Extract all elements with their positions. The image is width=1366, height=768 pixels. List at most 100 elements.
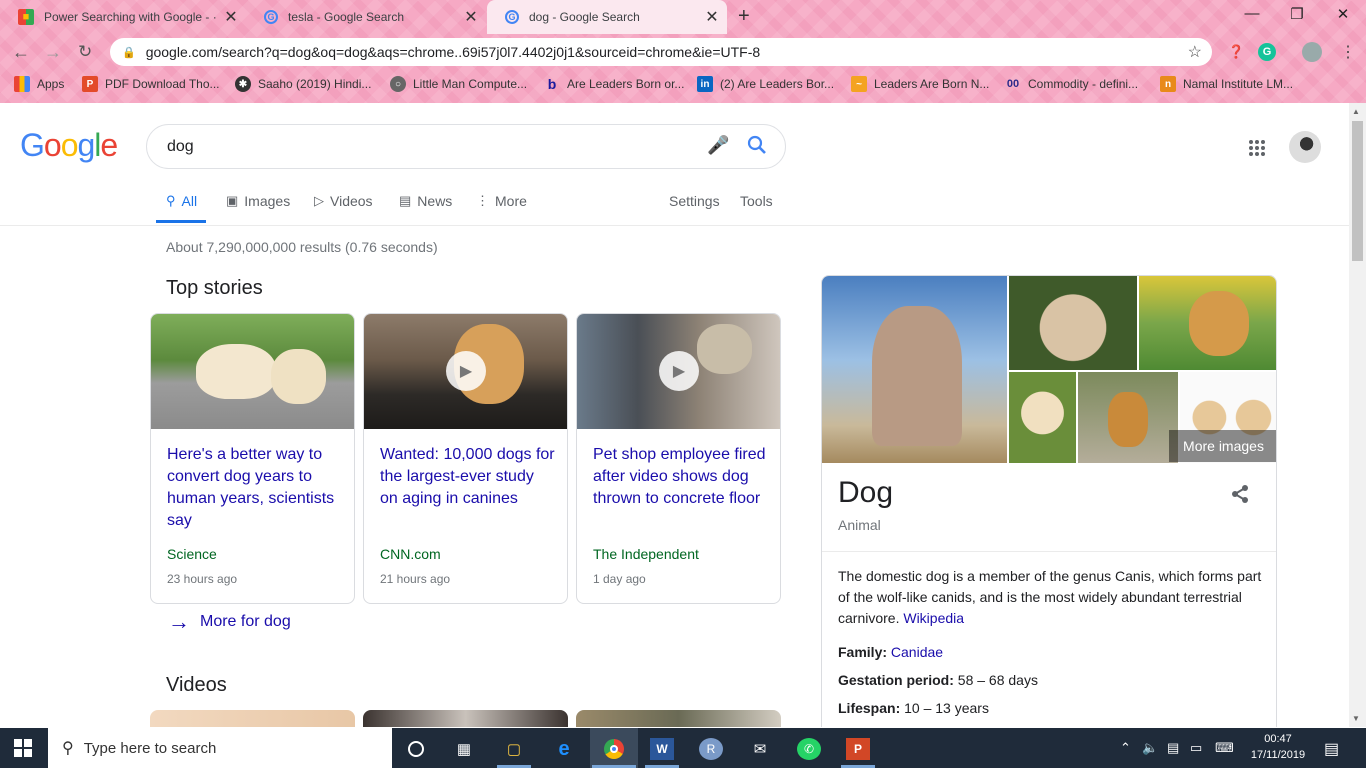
bookmark-saaho[interactable]: ✱ Saaho (2019) Hindi... (235, 73, 371, 95)
powerpoint-icon[interactable]: P (846, 738, 870, 760)
fact-label: Family: (838, 644, 888, 660)
mail-icon[interactable]: ✉ (748, 738, 772, 760)
taskbar-clock[interactable]: 00:47 17/11/2019 (1248, 731, 1308, 763)
grammarly-icon[interactable]: G (1258, 43, 1276, 61)
chrome-icon[interactable] (602, 738, 626, 760)
story-headline[interactable]: Pet shop employee fired after video show… (593, 444, 768, 510)
dog-image-pug[interactable] (1009, 276, 1137, 370)
dog-image-main[interactable] (822, 276, 1007, 463)
dog-image-puppy[interactable] (1009, 372, 1076, 463)
address-bar[interactable]: 🔒 google.com/search?q=dog&oq=dog&aqs=chr… (110, 38, 1212, 66)
battery-icon[interactable]: ▭ (1190, 740, 1202, 756)
microphone-icon[interactable]: 🎤 (707, 135, 729, 156)
back-icon[interactable]: ← (12, 42, 30, 63)
edge-icon[interactable]: e (552, 738, 576, 760)
tab-images[interactable]: ▣ Images (226, 193, 290, 209)
profile-avatar-icon[interactable] (1302, 42, 1322, 62)
tools-link[interactable]: Tools (740, 193, 773, 209)
taskbar-search[interactable]: ⚲ Type here to search (48, 728, 392, 768)
reload-icon[interactable]: ↻ (78, 42, 92, 62)
notifications-icon[interactable]: ▤ (1324, 739, 1339, 759)
scroll-up-icon[interactable]: ▲ (1352, 107, 1360, 116)
keyboard-icon[interactable]: ⌨ (1215, 740, 1234, 756)
r-icon[interactable]: R (699, 738, 723, 760)
bookmark-bing[interactable]: b Are Leaders Born or... (544, 73, 685, 95)
settings-link[interactable]: Settings (669, 193, 720, 209)
kp-description-text: The domestic dog is a member of the genu… (838, 568, 1262, 626)
cortana-icon[interactable] (404, 738, 428, 760)
share-icon[interactable] (1230, 484, 1250, 509)
search-input[interactable]: dog (167, 138, 194, 156)
story-source: CNN.com (380, 546, 441, 562)
minimize-icon[interactable]: — (1240, 5, 1264, 22)
show-hidden-icons-icon[interactable]: ⌃ (1120, 740, 1131, 756)
bookmark-commodity[interactable]: 00 Commodity - defini... (1005, 73, 1138, 95)
wikipedia-link[interactable]: Wikipedia (903, 610, 964, 626)
bookmark-namal[interactable]: n Namal Institute LM... (1160, 73, 1293, 95)
bookmark-apps[interactable]: Apps (14, 73, 64, 95)
bookmark-linkedin[interactable]: in (2) Are Leaders Bor... (697, 73, 834, 95)
scroll-down-icon[interactable]: ▼ (1352, 714, 1360, 723)
task-view-icon[interactable]: ▦ (452, 738, 476, 760)
bookmark-label: Little Man Compute... (413, 77, 528, 91)
volume-icon[interactable]: 🔈 (1142, 740, 1158, 756)
tab-videos[interactable]: ▷ Videos (314, 193, 373, 209)
story-card[interactable]: ▶ Wanted: 10,000 dogs for the largest-ev… (363, 313, 568, 604)
star-icon[interactable]: ☆ (1188, 42, 1202, 62)
network-icon[interactable]: ▤ (1167, 740, 1179, 756)
story-card[interactable]: Here's a better way to convert dog years… (150, 313, 355, 604)
story-headline[interactable]: Here's a better way to convert dog years… (167, 444, 342, 532)
close-tab-icon[interactable]: ✕ (703, 7, 721, 27)
tab-dog[interactable]: G dog - Google Search ✕ (487, 0, 727, 34)
whatsapp-icon[interactable]: ✆ (797, 738, 821, 760)
tab-tesla[interactable]: G tesla - Google Search ✕ (246, 0, 486, 34)
word-icon[interactable]: W (650, 738, 674, 760)
scrollbar[interactable]: ▲ ▼ (1349, 103, 1366, 727)
taskbar-search-input[interactable]: Type here to search (84, 740, 217, 757)
account-avatar[interactable] (1289, 131, 1321, 163)
story-headline[interactable]: Wanted: 10,000 dogs for the largest-ever… (380, 444, 555, 510)
dog-image-puppy-walk[interactable] (1078, 372, 1178, 463)
close-window-icon[interactable]: ✕ (1331, 5, 1355, 23)
new-tab-button[interactable]: + (738, 5, 750, 28)
google-apps-icon[interactable] (1248, 139, 1266, 162)
more-vert-icon: ⋮ (476, 193, 489, 208)
kp-description: The domestic dog is a member of the genu… (838, 566, 1263, 629)
search-box[interactable]: dog 🎤 (146, 124, 786, 169)
windows-start-icon[interactable] (14, 739, 32, 762)
maximize-icon[interactable]: ❐ (1285, 5, 1309, 23)
tab-power-searching[interactable]: ■ Power Searching with Google - · ✕ (0, 0, 246, 34)
bookmark-little-man[interactable]: ○ Little Man Compute... (390, 73, 527, 95)
video-thumbnail[interactable] (363, 710, 568, 727)
kp-subtitle: Animal (838, 517, 881, 533)
bookmark-leaders[interactable]: ~ Leaders Are Born N... (851, 73, 989, 95)
video-thumbnail[interactable] (576, 710, 781, 727)
search-icon[interactable] (747, 135, 767, 160)
tab-news[interactable]: ▤ News (399, 193, 452, 209)
scrollbar-thumb[interactable] (1352, 121, 1363, 261)
extension-icon[interactable]: ❓ (1228, 44, 1244, 60)
story-source: The Independent (593, 546, 699, 562)
story-thumbnail (151, 314, 354, 429)
dog-image-golden[interactable] (1139, 276, 1276, 370)
search-icon: ⚲ (166, 193, 176, 208)
file-explorer-icon[interactable]: ▢ (502, 738, 526, 760)
more-images-button[interactable]: More images (1169, 430, 1276, 462)
kp-fact-gestation: Gestation period: 58 – 68 days (838, 672, 1038, 688)
bookmark-pdf[interactable]: P PDF Download Tho... (82, 73, 220, 95)
forward-icon[interactable]: → (44, 42, 62, 63)
menu-icon[interactable]: ⋮ (1340, 42, 1356, 62)
close-tab-icon[interactable]: ✕ (222, 7, 240, 27)
play-icon[interactable]: ▶ (446, 351, 486, 391)
google-logo[interactable]: Google (20, 127, 118, 164)
more-for-dog-link[interactable]: → More for dog (168, 609, 291, 635)
story-source: Science (167, 546, 217, 562)
more-link-label: More for dog (200, 613, 291, 630)
play-icon[interactable]: ▶ (659, 351, 699, 391)
video-thumbnail[interactable] (150, 710, 355, 727)
tab-all[interactable]: ⚲ All (166, 193, 197, 209)
close-tab-icon[interactable]: ✕ (462, 7, 480, 27)
tab-more[interactable]: ⋮ More (476, 193, 527, 209)
fact-value-link[interactable]: Canidae (891, 644, 943, 660)
story-card[interactable]: ▶ Pet shop employee fired after video sh… (576, 313, 781, 604)
